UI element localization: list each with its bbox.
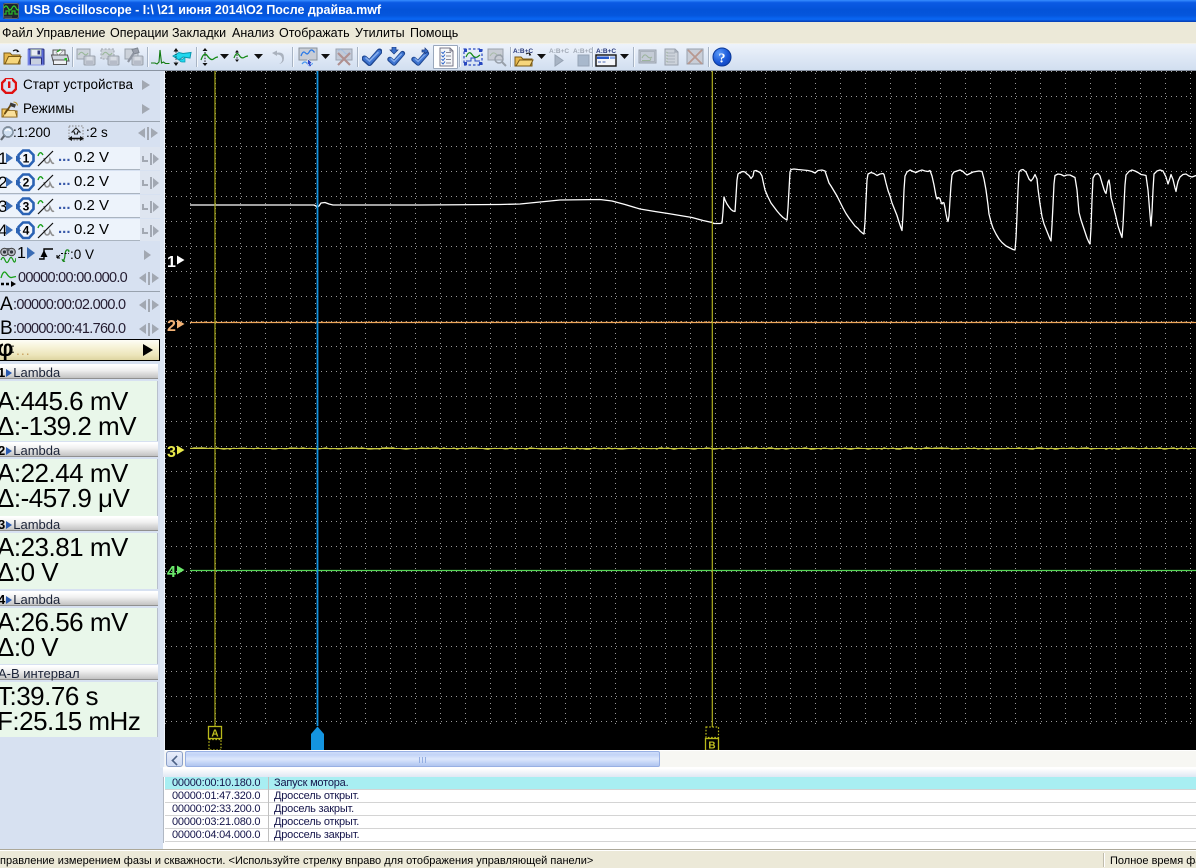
svg-text:A:B+C: A:B+C — [596, 48, 616, 55]
svg-text:1: 1 — [23, 152, 30, 166]
svg-text:A:B+C: A:B+C — [549, 48, 569, 55]
svg-text:3: 3 — [23, 200, 30, 214]
svg-text:A:B+C: A:B+C — [573, 48, 593, 55]
svg-text:B: B — [708, 741, 715, 751]
svg-text:2: 2 — [23, 176, 30, 190]
svg-text:2: 2 — [167, 318, 176, 335]
svg-text:4: 4 — [167, 564, 176, 581]
svg-text:1: 1 — [167, 254, 176, 271]
svg-text:?: ? — [719, 52, 726, 67]
svg-text:A: A — [211, 729, 218, 740]
svg-text:3: 3 — [167, 444, 176, 461]
svg-text:4: 4 — [23, 224, 30, 238]
